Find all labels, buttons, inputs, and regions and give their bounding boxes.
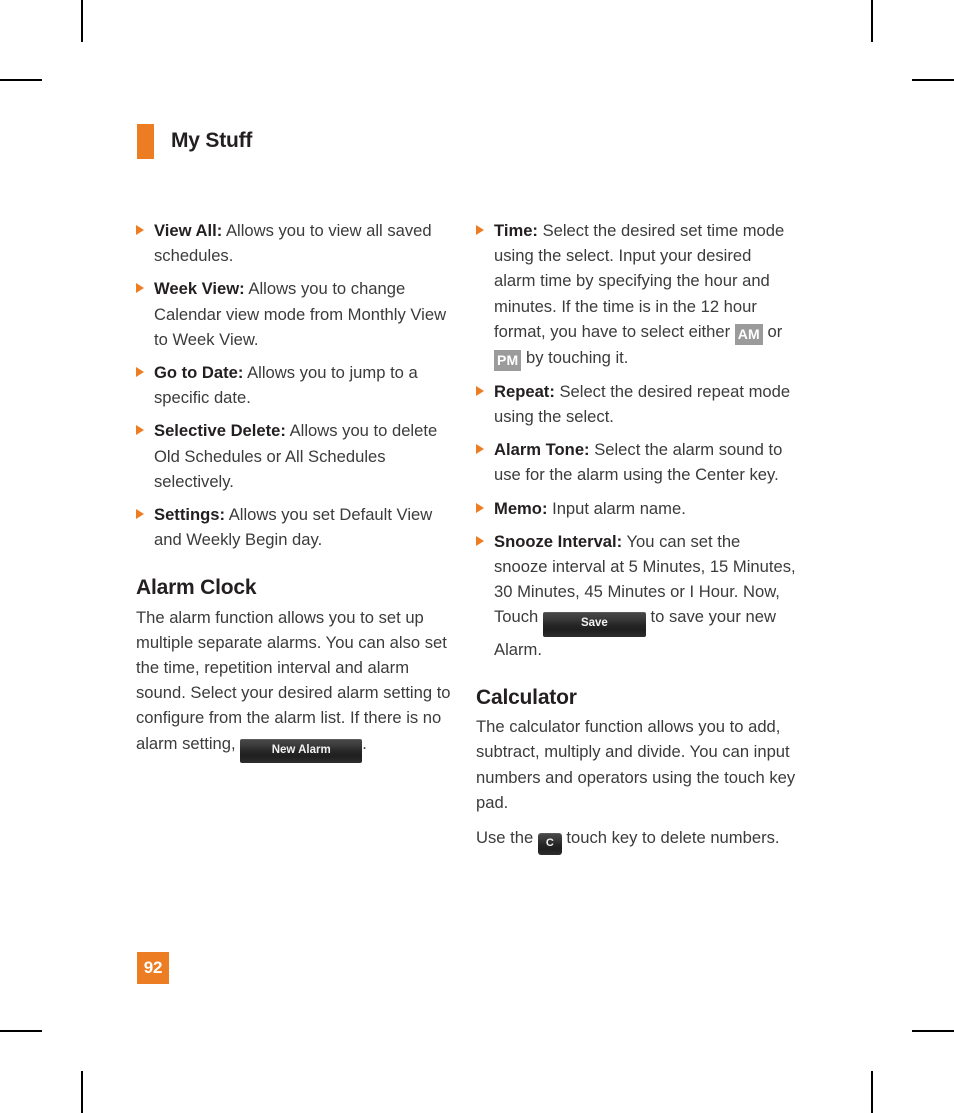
page-canvas: My Stuff View All: Allows you to view al… [0,0,954,1113]
alarm-options-list: Time: Select the desired set time mode u… [476,218,796,662]
save-key-button[interactable]: Save [542,612,646,637]
list-item-term: Go to Date: [154,363,244,383]
list-item-term: Selective Delete: [154,421,286,441]
page-title: My Stuff [171,129,253,152]
list-item-term: Snooze Interval: [494,531,623,551]
section-heading-calculator: Calculator [476,686,577,710]
am-tag[interactable]: AM [734,323,763,345]
calculator-text-before-key: Use the [476,828,538,848]
page-number-badge: 92 [137,952,169,984]
list-item: Selective Delete: Allows you to delete O… [136,418,456,494]
list-item: Memo: Input alarm name. [476,496,796,521]
triangle-bullet-icon [136,425,144,436]
list-item-text: or [762,321,783,341]
triangle-bullet-icon [476,444,484,455]
list-item: Week View: Allows you to change Calendar… [136,276,456,352]
pm-tag[interactable]: PM [494,349,522,371]
clear-key-button[interactable]: C [537,833,562,856]
calculator-text-after-key: touch key to delete numbers. [561,828,780,848]
left-column: View All: Allows you to view all saved s… [136,218,456,764]
right-column: Time: Select the desired set time mode u… [476,218,796,856]
list-item: Settings: Allows you set Default View an… [136,502,456,552]
section-heading-alarm-clock: Alarm Clock [136,576,257,600]
list-item: Go to Date: Allows you to jump to a spec… [136,360,456,410]
triangle-bullet-icon [476,535,484,546]
running-head: My Stuff [137,124,252,159]
new-alarm-key-button[interactable]: New Alarm [240,738,363,764]
running-head-accent-bar [137,124,154,159]
list-item: Alarm Tone: Select the alarm sound to us… [476,437,796,487]
triangle-bullet-icon [476,225,484,235]
list-item-text: by touching it. [521,347,629,367]
triangle-bullet-icon [136,225,144,235]
alarm-clock-text-before-key: The alarm function allows you to set up … [136,607,451,753]
list-item: Time: Select the desired set time mode u… [476,218,796,371]
calculator-paragraph-1: The calculator function allows you to ad… [476,717,796,812]
triangle-bullet-icon [136,283,144,294]
alarm-clock-text-after-key: . [362,733,367,753]
list-item-term: Alarm Tone: [494,440,590,460]
triangle-bullet-icon [476,502,484,513]
list-item-term: View All: [154,221,223,240]
list-item: View All: Allows you to view all saved s… [136,218,456,268]
list-item: Snooze Interval: You can set the snooze … [476,529,796,662]
list-item-term: Time: [494,221,538,240]
triangle-bullet-icon [136,509,144,520]
calendar-options-list: View All: Allows you to view all saved s… [136,218,456,552]
triangle-bullet-icon [136,367,144,378]
alarm-clock-paragraph: The alarm function allows you to set up … [136,605,456,764]
triangle-bullet-icon [476,385,484,396]
list-item-text: Input alarm name. [547,498,686,518]
calculator-paragraph-2: Use the C touch key to delete numbers. [476,825,796,856]
list-item-term: Week View: [154,279,245,299]
list-item: Repeat: Select the desired repeat mode u… [476,379,796,429]
list-item-term: Settings: [154,505,225,525]
list-item-term: Repeat: [494,381,555,401]
list-item-term: Memo: [494,498,548,518]
